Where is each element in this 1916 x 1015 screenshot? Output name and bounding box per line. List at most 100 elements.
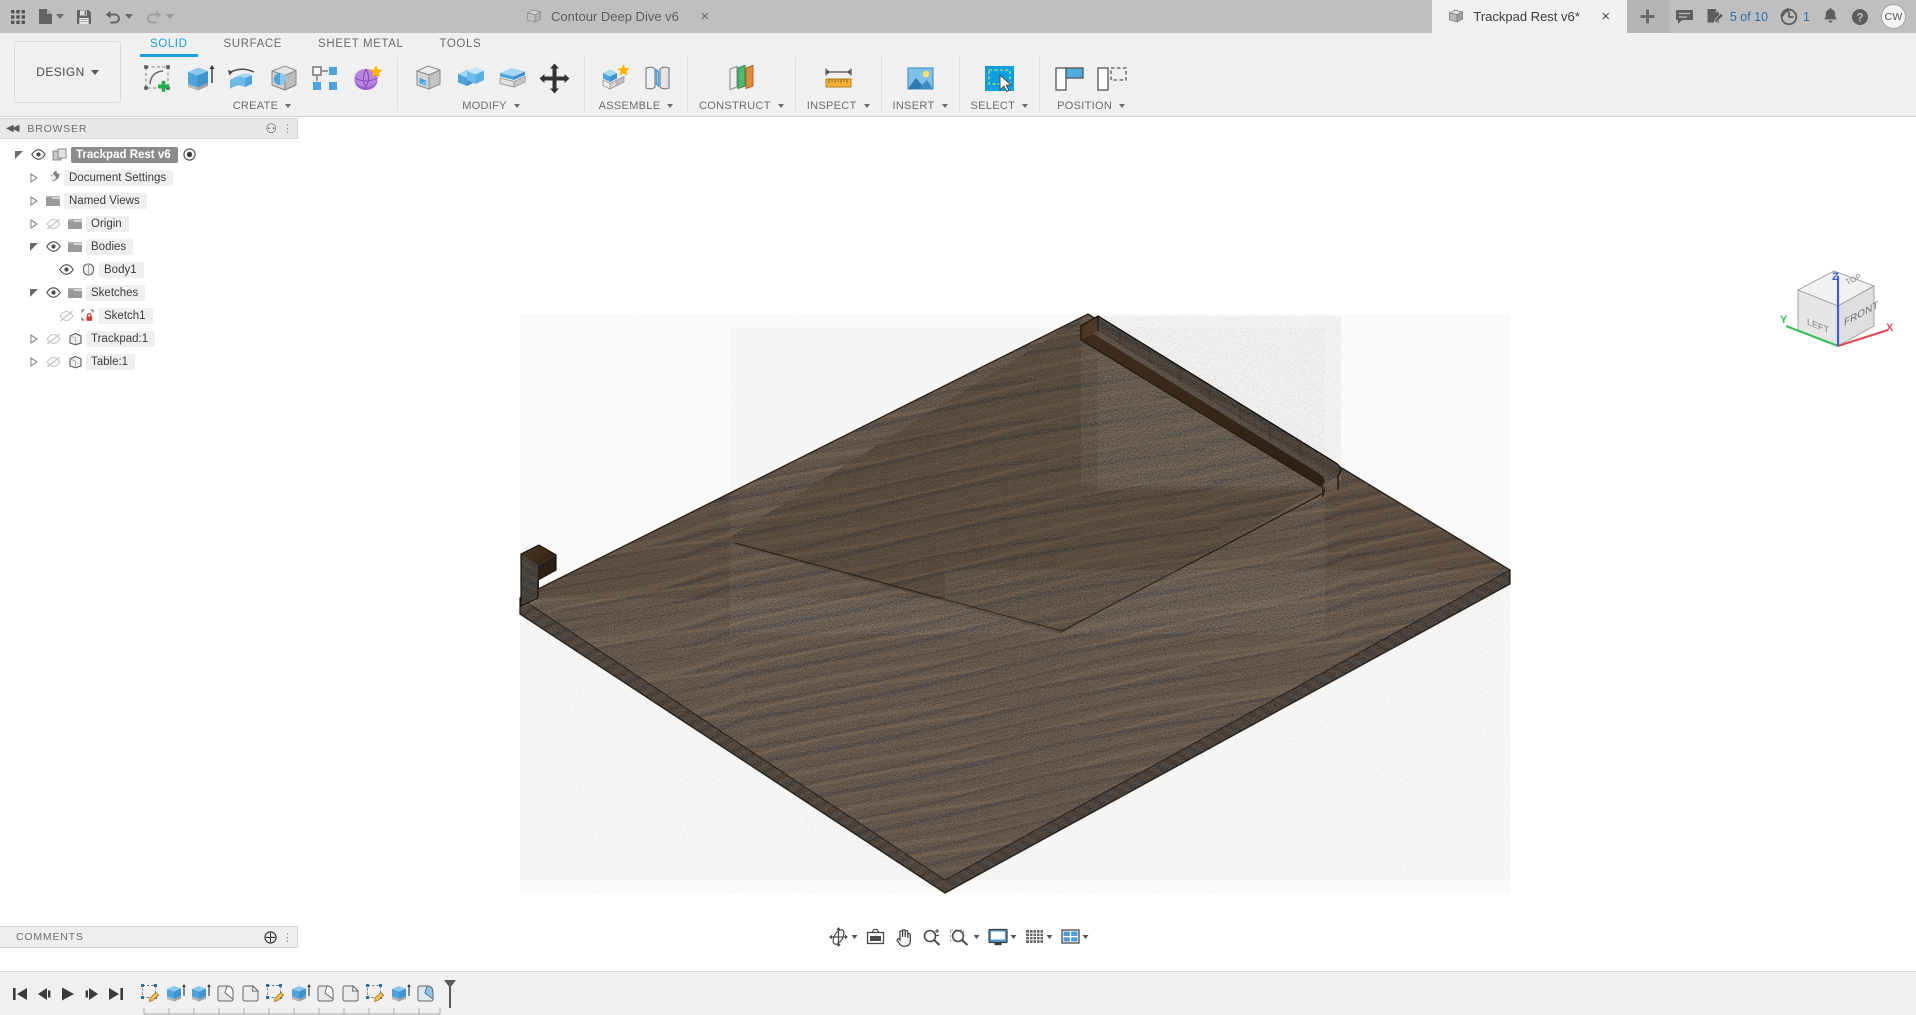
timeline-feature-fillet[interactable]: [413, 980, 438, 1008]
chevron-down-icon[interactable]: [125, 14, 133, 19]
activate-component-radio[interactable]: [183, 148, 196, 161]
comments-panel-header[interactable]: COMMENTS ⨁ ⋮: [0, 926, 298, 948]
visibility-eye-icon[interactable]: [27, 149, 49, 160]
tree-item-trackpad-1[interactable]: Trackpad:1: [0, 327, 298, 350]
close-icon[interactable]: ×: [698, 9, 712, 24]
sweep-icon[interactable]: [264, 58, 302, 98]
pan-icon[interactable]: [890, 924, 918, 950]
new-component-icon[interactable]: [596, 58, 634, 98]
ribbon-tab-surface[interactable]: SURFACE: [206, 35, 301, 54]
ribbon-tab-sheet-metal[interactable]: SHEET METAL: [300, 35, 421, 54]
step-back-icon[interactable]: [32, 979, 56, 1009]
orbit-icon[interactable]: [824, 924, 862, 950]
timeline-feature-extrude[interactable]: [188, 980, 213, 1008]
expand-arrow-icon[interactable]: [25, 242, 42, 252]
chevron-down-icon[interactable]: [514, 104, 520, 108]
collapse-arrow-icon[interactable]: [25, 334, 42, 344]
select-window-icon[interactable]: [980, 58, 1018, 98]
joint-icon[interactable]: [638, 58, 676, 98]
chevron-down-icon[interactable]: [166, 14, 174, 19]
comments-icon[interactable]: [1669, 0, 1700, 33]
move-copy-icon[interactable]: [535, 58, 573, 98]
timeline-feature-chamfer[interactable]: [238, 980, 263, 1008]
document-tab-contour-deep-dive[interactable]: Contour Deep Dive v6 ×: [510, 0, 726, 33]
add-comment-icon[interactable]: ⨁: [264, 929, 277, 945]
timeline-end-marker[interactable]: [442, 980, 458, 1008]
document-tab-trackpad-rest[interactable]: Trackpad Rest v6* ×: [1432, 0, 1626, 33]
timeline-feature-sketch[interactable]: [363, 980, 388, 1008]
visibility-eye-icon[interactable]: [55, 264, 77, 275]
ribbon-group-label-create[interactable]: CREATE: [233, 100, 292, 112]
visibility-eye-hidden-icon[interactable]: [42, 218, 64, 230]
tree-item-trackpad-rest[interactable]: Trackpad Rest v6: [0, 143, 298, 166]
go-to-end-icon[interactable]: [104, 979, 128, 1009]
chevron-down-icon[interactable]: [667, 104, 673, 108]
help-icon[interactable]: ?: [1845, 0, 1875, 33]
view-cube[interactable]: TOP LEFT FRONT Y X Z: [1776, 258, 1896, 366]
chevron-down-icon[interactable]: [285, 104, 291, 108]
collapse-arrow-icon[interactable]: [25, 357, 42, 367]
tree-item-body1[interactable]: Body1: [0, 258, 298, 281]
chevron-down-icon[interactable]: [56, 14, 64, 19]
fillet-icon[interactable]: [451, 58, 489, 98]
ribbon-group-label-construct[interactable]: CONSTRUCT: [699, 100, 784, 112]
shell-icon[interactable]: [493, 58, 531, 98]
app-grid-icon[interactable]: [4, 0, 32, 33]
tree-item-named-views[interactable]: Named Views: [0, 189, 298, 212]
workspace-switcher[interactable]: DESIGN: [14, 41, 121, 103]
viewports-icon[interactable]: [1057, 924, 1093, 950]
fit-icon[interactable]: [946, 924, 984, 950]
panel-grip-icon[interactable]: ⋮: [282, 931, 293, 944]
tree-item-document-settings[interactable]: Document Settings: [0, 166, 298, 189]
ribbon-group-label-select[interactable]: SELECT: [971, 100, 1029, 112]
close-icon[interactable]: ×: [1599, 9, 1613, 24]
chevron-down-icon[interactable]: [1047, 935, 1053, 939]
avatar[interactable]: CW: [1881, 4, 1906, 29]
new-tab-button[interactable]: [1627, 0, 1669, 33]
tree-item-bodies[interactable]: Bodies: [0, 235, 298, 258]
expand-arrow-icon[interactable]: [10, 150, 27, 160]
offset-plane-icon[interactable]: [722, 58, 760, 98]
play-icon[interactable]: [56, 979, 80, 1009]
timeline-feature-extrude[interactable]: [288, 980, 313, 1008]
ribbon-tab-tools[interactable]: TOOLS: [421, 35, 499, 54]
panel-grip-icon[interactable]: ⋮: [282, 122, 293, 135]
visibility-eye-icon[interactable]: [42, 241, 64, 252]
insert-mcmaster-icon[interactable]: [901, 58, 939, 98]
chevron-down-icon[interactable]: [91, 70, 99, 75]
form-icon[interactable]: [348, 58, 386, 98]
visibility-eye-icon[interactable]: [42, 287, 64, 298]
step-forward-icon[interactable]: [80, 979, 104, 1009]
timeline-feature-extrude[interactable]: [163, 980, 188, 1008]
visibility-eye-hidden-icon[interactable]: [42, 333, 64, 345]
look-at-icon[interactable]: [862, 924, 890, 950]
chevron-down-icon[interactable]: [974, 935, 980, 939]
timeline-feature-chamfer[interactable]: [338, 980, 363, 1008]
new-document-icon[interactable]: [32, 0, 70, 33]
timeline-feature-sketch[interactable]: [138, 980, 163, 1008]
collapse-arrow-icon[interactable]: [25, 173, 42, 183]
panel-options-icon[interactable]: ⚇: [265, 121, 277, 137]
chevron-down-icon[interactable]: [852, 935, 858, 939]
chevron-down-icon[interactable]: [1011, 935, 1017, 939]
timeline-feature-extrude[interactable]: [388, 980, 413, 1008]
chevron-down-icon[interactable]: [1119, 104, 1125, 108]
revolve-icon[interactable]: [222, 58, 260, 98]
zoom-icon[interactable]: [918, 924, 946, 950]
press-pull-icon[interactable]: [409, 58, 447, 98]
align-icon[interactable]: [1051, 58, 1089, 98]
chevron-down-icon[interactable]: [778, 104, 784, 108]
position-icon[interactable]: [1093, 58, 1131, 98]
tree-item-sketch1[interactable]: Sketch1: [0, 304, 298, 327]
notifications-bell-icon[interactable]: [1816, 0, 1845, 33]
save-icon[interactable]: [70, 0, 98, 33]
ribbon-group-label-insert[interactable]: INSERT: [893, 100, 948, 112]
timeline-feature-fillet[interactable]: [313, 980, 338, 1008]
timeline-feature-fillet[interactable]: [213, 980, 238, 1008]
tree-item-origin[interactable]: Origin: [0, 212, 298, 235]
ribbon-tab-solid[interactable]: SOLID: [132, 35, 206, 54]
recent-activity-icon[interactable]: 1: [1774, 0, 1816, 33]
ribbon-group-label-modify[interactable]: MODIFY: [462, 100, 520, 112]
display-settings-icon[interactable]: [984, 924, 1021, 950]
collapse-panel-icon[interactable]: ◀◀: [6, 123, 17, 134]
